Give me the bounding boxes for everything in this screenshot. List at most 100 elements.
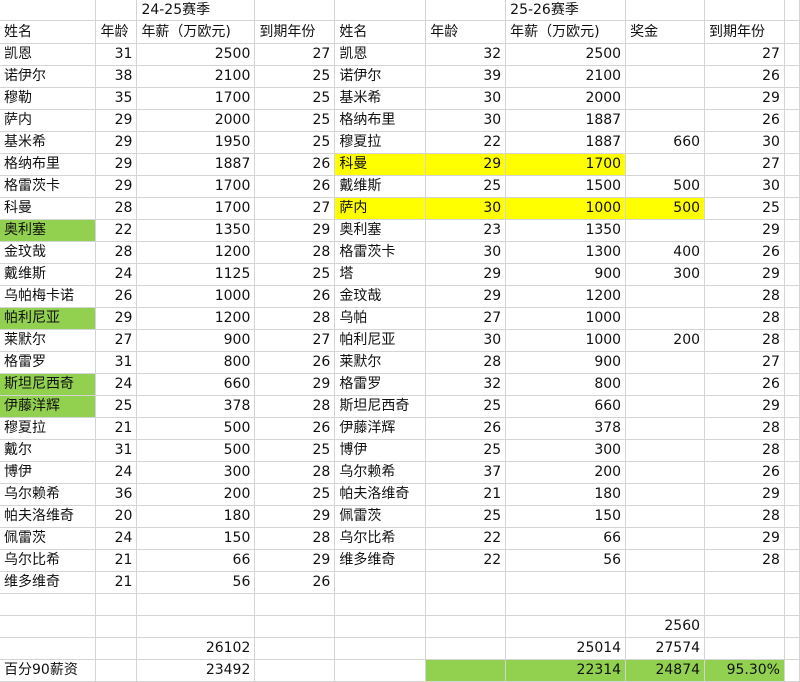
cell[interactable] xyxy=(704,571,785,594)
player-name-24-25[interactable]: 斯坦尼西奇 xyxy=(0,373,97,396)
cell-25-26[interactable] xyxy=(625,65,706,88)
cell[interactable] xyxy=(784,65,800,88)
cell[interactable] xyxy=(95,637,138,660)
cell[interactable] xyxy=(334,659,427,682)
cell[interactable] xyxy=(254,637,336,660)
player-name-25-26[interactable]: 科曼 xyxy=(334,153,427,176)
cell-24-25[interactable]: 2000 xyxy=(136,109,256,132)
cell-25-26[interactable]: 28 xyxy=(704,329,785,352)
cell[interactable] xyxy=(784,659,800,682)
cell-25-26[interactable]: 900 xyxy=(505,263,627,286)
cell-25-26[interactable]: 30 xyxy=(425,329,507,352)
cell[interactable] xyxy=(784,439,800,462)
player-name-25-26[interactable]: 戴维斯 xyxy=(334,175,427,198)
cell-24-25[interactable]: 27 xyxy=(254,43,336,66)
cell-25-26[interactable]: 32 xyxy=(425,373,507,396)
cell[interactable] xyxy=(254,593,336,616)
cell[interactable] xyxy=(95,659,138,682)
cell[interactable] xyxy=(95,593,138,616)
cell-25-26[interactable]: 26 xyxy=(704,461,785,484)
cell[interactable] xyxy=(625,571,706,594)
cell-25-26[interactable]: 800 xyxy=(505,373,627,396)
cell-25-26[interactable]: 27 xyxy=(704,43,785,66)
cell[interactable] xyxy=(784,20,800,44)
cell-24-25[interactable]: 29 xyxy=(95,307,138,330)
cell-25-26[interactable]: 29 xyxy=(425,285,507,308)
cell-25-26[interactable]: 26 xyxy=(704,109,785,132)
cell[interactable] xyxy=(425,593,507,616)
cell[interactable] xyxy=(784,109,800,132)
player-name-25-26[interactable]: 奥利塞 xyxy=(334,219,427,242)
cell-25-26[interactable]: 28 xyxy=(704,417,785,440)
cell-25-26[interactable] xyxy=(625,351,706,374)
salary-total-24-25[interactable]: 26102 xyxy=(136,637,256,660)
cell-24-25[interactable]: 20 xyxy=(95,505,138,528)
cell-24-25[interactable]: 26 xyxy=(254,285,336,308)
cell-24-25[interactable]: 28 xyxy=(254,527,336,550)
cell-25-26[interactable]: 26 xyxy=(425,417,507,440)
cell-24-25[interactable]: 1200 xyxy=(136,241,256,264)
cell-24-25[interactable]: 28 xyxy=(254,395,336,418)
cell[interactable] xyxy=(784,131,800,154)
cell-25-26[interactable]: 23 xyxy=(425,219,507,242)
cell[interactable] xyxy=(425,571,507,594)
player-name-24-25[interactable]: 穆夏拉 xyxy=(0,417,97,440)
cell[interactable] xyxy=(784,417,800,440)
cell[interactable] xyxy=(334,637,427,660)
cell-24-25[interactable]: 21 xyxy=(95,571,138,594)
cell-25-26[interactable]: 30 xyxy=(425,241,507,264)
cell-25-26[interactable]: 660 xyxy=(505,395,627,418)
cell-24-25[interactable]: 1700 xyxy=(136,175,256,198)
player-name-25-26[interactable]: 佩雷茨 xyxy=(334,505,427,528)
cell[interactable] xyxy=(784,483,800,506)
cell-25-26[interactable]: 25 xyxy=(425,505,507,528)
cell-24-25[interactable]: 31 xyxy=(95,43,138,66)
cell-24-25[interactable]: 29 xyxy=(95,109,138,132)
player-name-24-25[interactable]: 诺伊尔 xyxy=(0,65,97,88)
cell-25-26[interactable]: 400 xyxy=(625,241,706,264)
header-right-1[interactable]: 姓名 xyxy=(334,20,427,44)
cell-25-26[interactable]: 1350 xyxy=(505,219,627,242)
cell-24-25[interactable]: 29 xyxy=(254,549,336,572)
cell-25-26[interactable]: 1000 xyxy=(505,329,627,352)
cell-25-26[interactable]: 22 xyxy=(425,131,507,154)
cell-25-26[interactable]: 37 xyxy=(425,461,507,484)
player-name-25-26[interactable]: 斯坦尼西奇 xyxy=(334,395,427,418)
cell-24-25[interactable]: 1700 xyxy=(136,197,256,220)
pct90-label[interactable]: 百分90薪资 xyxy=(0,659,97,682)
cell-24-25[interactable]: 25 xyxy=(254,131,336,154)
player-name-24-25[interactable]: 戴尔 xyxy=(0,439,97,462)
cell-25-26[interactable]: 30 xyxy=(425,197,507,220)
pct90-ratio[interactable]: 95.30% xyxy=(704,659,785,682)
player-name-25-26[interactable]: 伊藤洋辉 xyxy=(334,417,427,440)
cell-25-26[interactable]: 378 xyxy=(505,417,627,440)
cell-25-26[interactable]: 1000 xyxy=(505,197,627,220)
cell-24-25[interactable]: 24 xyxy=(95,527,138,550)
cell-25-26[interactable]: 660 xyxy=(625,131,706,154)
cell-24-25[interactable]: 1000 xyxy=(136,285,256,308)
player-name-25-26[interactable]: 格雷罗 xyxy=(334,373,427,396)
cell-25-26[interactable]: 1300 xyxy=(505,241,627,264)
player-name-25-26[interactable]: 乌尔赖希 xyxy=(334,461,427,484)
cell-25-26[interactable]: 26 xyxy=(704,65,785,88)
player-name-24-25[interactable]: 维多维奇 xyxy=(0,571,97,594)
cell[interactable] xyxy=(95,0,138,21)
cell[interactable] xyxy=(784,153,800,176)
cell-24-25[interactable]: 1200 xyxy=(136,307,256,330)
player-name-25-26[interactable]: 莱默尔 xyxy=(334,351,427,374)
cell-24-25[interactable]: 27 xyxy=(95,329,138,352)
cell[interactable] xyxy=(425,659,507,682)
cell[interactable] xyxy=(784,373,800,396)
cell-24-25[interactable]: 28 xyxy=(254,461,336,484)
header-left-3[interactable]: 年薪（万欧元) xyxy=(136,20,256,44)
cell-25-26[interactable]: 25 xyxy=(704,197,785,220)
cell-24-25[interactable]: 26 xyxy=(95,285,138,308)
cell-24-25[interactable]: 660 xyxy=(136,373,256,396)
cell[interactable] xyxy=(784,461,800,484)
cell-24-25[interactable]: 27 xyxy=(254,197,336,220)
player-name-25-26[interactable]: 基米希 xyxy=(334,87,427,110)
cell-25-26[interactable] xyxy=(625,461,706,484)
cell-25-26[interactable]: 29 xyxy=(704,87,785,110)
cell-24-25[interactable]: 28 xyxy=(254,241,336,264)
cell[interactable] xyxy=(425,615,507,638)
